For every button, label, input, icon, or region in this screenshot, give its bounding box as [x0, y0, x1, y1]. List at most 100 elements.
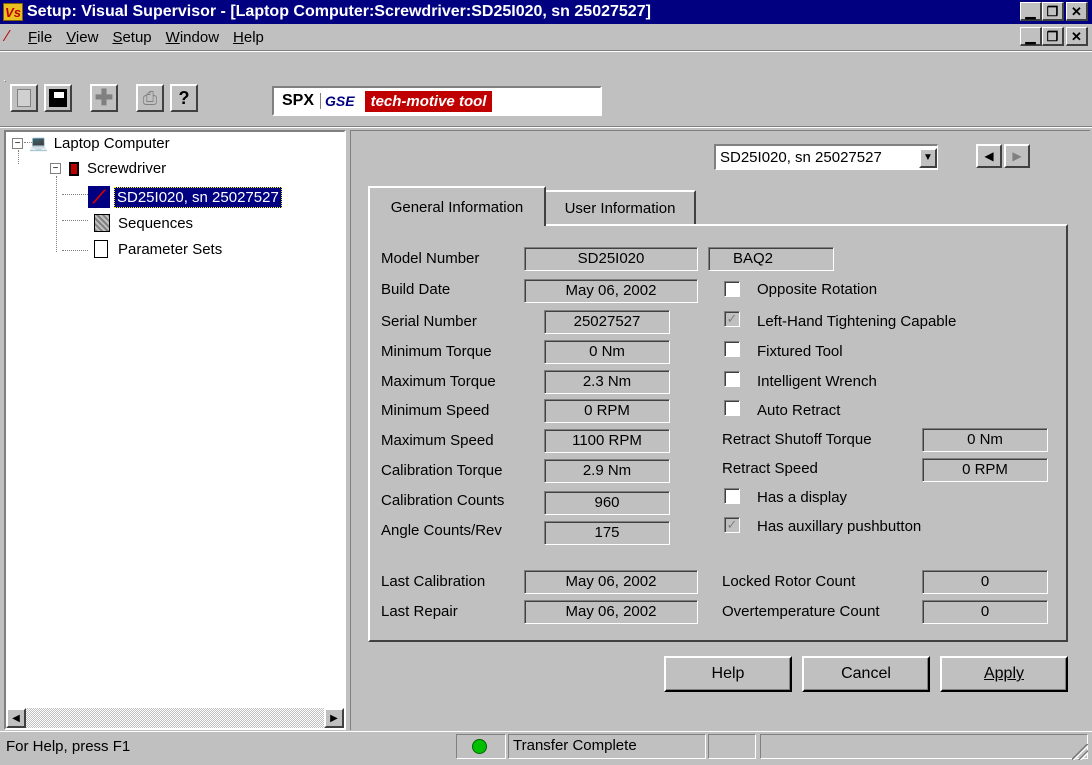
menu-help[interactable]: Help [233, 29, 264, 46]
child-restore-icon[interactable]: ❐ [1042, 27, 1064, 46]
status-led-panel [456, 734, 506, 759]
scroll-left-icon[interactable]: ◀ [6, 708, 26, 728]
fixtured-tool-checkbox[interactable] [724, 341, 740, 357]
logo-spx: SPX [282, 92, 315, 109]
dropdown-arrow-icon[interactable]: ▼ [919, 147, 937, 168]
tree-pane[interactable]: − 💻 Laptop Computer − Screwdriver ⟋ SD25… [4, 130, 346, 730]
title-bar[interactable]: Vs Setup: Visual Supervisor - [Laptop Co… [0, 0, 1092, 24]
tab-user[interactable]: User Information [546, 190, 696, 224]
apply-button[interactable]: Apply [940, 656, 1068, 692]
logo-gse: GSE [320, 93, 359, 109]
model-code-field: BAQ2 [708, 247, 834, 271]
app-icon[interactable]: Vs [3, 3, 23, 21]
collapse-icon[interactable]: − [50, 163, 61, 174]
last-repair-label: Last Repair [381, 603, 458, 620]
tree-item-parameter-sets[interactable]: Parameter Sets [88, 240, 222, 258]
print-icon[interactable]: ⎙ [136, 84, 164, 112]
angle-counts-field: 175 [544, 521, 670, 545]
intelligent-wrench-checkbox[interactable] [724, 371, 740, 387]
tree-item-laptop[interactable]: − 💻 Laptop Computer [12, 134, 170, 152]
resize-grip-icon[interactable] [1072, 744, 1088, 760]
has-display-label: Has a display [757, 489, 848, 506]
add-icon[interactable]: ✚ [90, 84, 118, 112]
max-torque-label: Maximum Torque [381, 373, 496, 390]
status-help-text: For Help, press F1 [6, 738, 131, 755]
retract-shutoff-field: 0 Nm [922, 428, 1048, 452]
menu-setup[interactable]: Setup [112, 29, 151, 46]
fixtured-tool-label: Fixtured Tool [757, 343, 843, 360]
min-speed-label: Minimum Speed [381, 402, 490, 419]
build-date-field: May 06, 2002 [524, 279, 698, 303]
cancel-button-label: Cancel [841, 665, 891, 682]
logo-tagline: tech-motive tool [364, 90, 493, 112]
toolbar [4, 80, 6, 82]
has-display-checkbox[interactable] [724, 488, 740, 504]
cal-torque-field: 2.9 Nm [544, 459, 670, 483]
build-date-label: Build Date [381, 281, 451, 298]
left-hand-checkbox[interactable]: ✓ [724, 311, 740, 327]
tree-item-sequences[interactable]: Sequences [88, 214, 193, 232]
tree-label-parameter-sets: Parameter Sets [118, 240, 223, 258]
tree-label-laptop: Laptop Computer [53, 134, 170, 152]
min-speed-field: 0 RPM [544, 399, 670, 423]
status-led-icon [472, 739, 487, 754]
next-arrow-icon[interactable]: ▶ [1004, 144, 1030, 168]
tree-item-tool-selected[interactable]: ⟋ SD25I020, sn 25027527 [88, 186, 282, 208]
menu-window[interactable]: Window [166, 29, 219, 46]
opposite-rotation-checkbox[interactable] [724, 281, 740, 297]
laptop-icon: 💻 [29, 135, 48, 152]
tree-label-sequences: Sequences [118, 214, 194, 232]
angle-counts-label: Angle Counts/Rev [381, 522, 502, 539]
collapse-icon[interactable]: − [12, 137, 23, 149]
status-transfer: Transfer Complete [508, 734, 706, 759]
has-aux-checkbox[interactable]: ✓ [724, 517, 740, 533]
window-title: Setup: Visual Supervisor - [Laptop Compu… [27, 3, 651, 20]
tree-label-screwdriver: Screwdriver [87, 160, 167, 177]
tree-scrollbar[interactable]: ◀ ▶ [6, 708, 344, 728]
doc-icon[interactable]: ⁄ [6, 28, 28, 46]
retract-speed-label: Retract Speed [722, 460, 818, 477]
child-close-icon[interactable]: ✕ [1066, 27, 1088, 46]
apply-button-label: Apply [983, 665, 1025, 682]
close-icon[interactable]: ✕ [1066, 2, 1088, 21]
min-torque-label: Minimum Torque [381, 343, 492, 360]
cal-torque-label: Calibration Torque [381, 462, 503, 479]
last-cal-label: Last Calibration [381, 573, 486, 590]
locked-rotor-field: 0 [922, 570, 1048, 594]
new-icon[interactable] [10, 84, 38, 112]
menu-file[interactable]: File [28, 29, 52, 46]
tree-item-screwdriver[interactable]: − Screwdriver [50, 160, 166, 177]
left-hand-label: Left-Hand Tightening Capable [757, 313, 957, 330]
minimize-icon[interactable]: ▁ [1020, 2, 1042, 21]
help-button[interactable]: Help [664, 656, 792, 692]
auto-retract-checkbox[interactable] [724, 400, 740, 416]
tab-general[interactable]: General Information [368, 186, 546, 226]
status-transfer-text: Transfer Complete [513, 737, 637, 754]
restore-icon[interactable]: ❐ [1042, 2, 1064, 21]
prev-arrow-icon[interactable]: ◀ [976, 144, 1002, 168]
child-minimize-icon[interactable]: ▁ [1020, 27, 1042, 46]
scroll-right-icon[interactable]: ▶ [324, 708, 344, 728]
retract-speed-field: 0 RPM [922, 458, 1048, 482]
save-icon[interactable] [44, 84, 72, 112]
has-aux-label: Has auxillary pushbutton [757, 518, 922, 535]
tree-label-selected: SD25I020, sn 25027527 [114, 186, 282, 208]
auto-retract-label: Auto Retract [757, 402, 841, 419]
cancel-button[interactable]: Cancel [802, 656, 930, 692]
max-torque-field: 2.3 Nm [544, 370, 670, 394]
locked-rotor-label: Locked Rotor Count [722, 573, 856, 590]
help-icon[interactable]: ? [170, 84, 198, 112]
overtemp-label: Overtemperature Count [722, 603, 880, 620]
retract-shutoff-label: Retract Shutoff Torque [722, 431, 872, 448]
last-cal-field: May 06, 2002 [524, 570, 698, 594]
menu-view[interactable]: View [66, 29, 98, 46]
status-panel-empty-1 [708, 734, 756, 759]
tool-selector[interactable]: SD25I020, sn 25027527 ▼ [714, 144, 938, 170]
sequences-icon [94, 214, 110, 232]
max-speed-field: 1100 RPM [544, 429, 670, 453]
wrench-icon: ⟋ [88, 186, 110, 208]
intelligent-wrench-label: Intelligent Wrench [757, 373, 877, 390]
last-repair-field: May 06, 2002 [524, 600, 698, 624]
min-torque-field: 0 Nm [544, 340, 670, 364]
serial-number-field: 25027527 [544, 310, 670, 334]
